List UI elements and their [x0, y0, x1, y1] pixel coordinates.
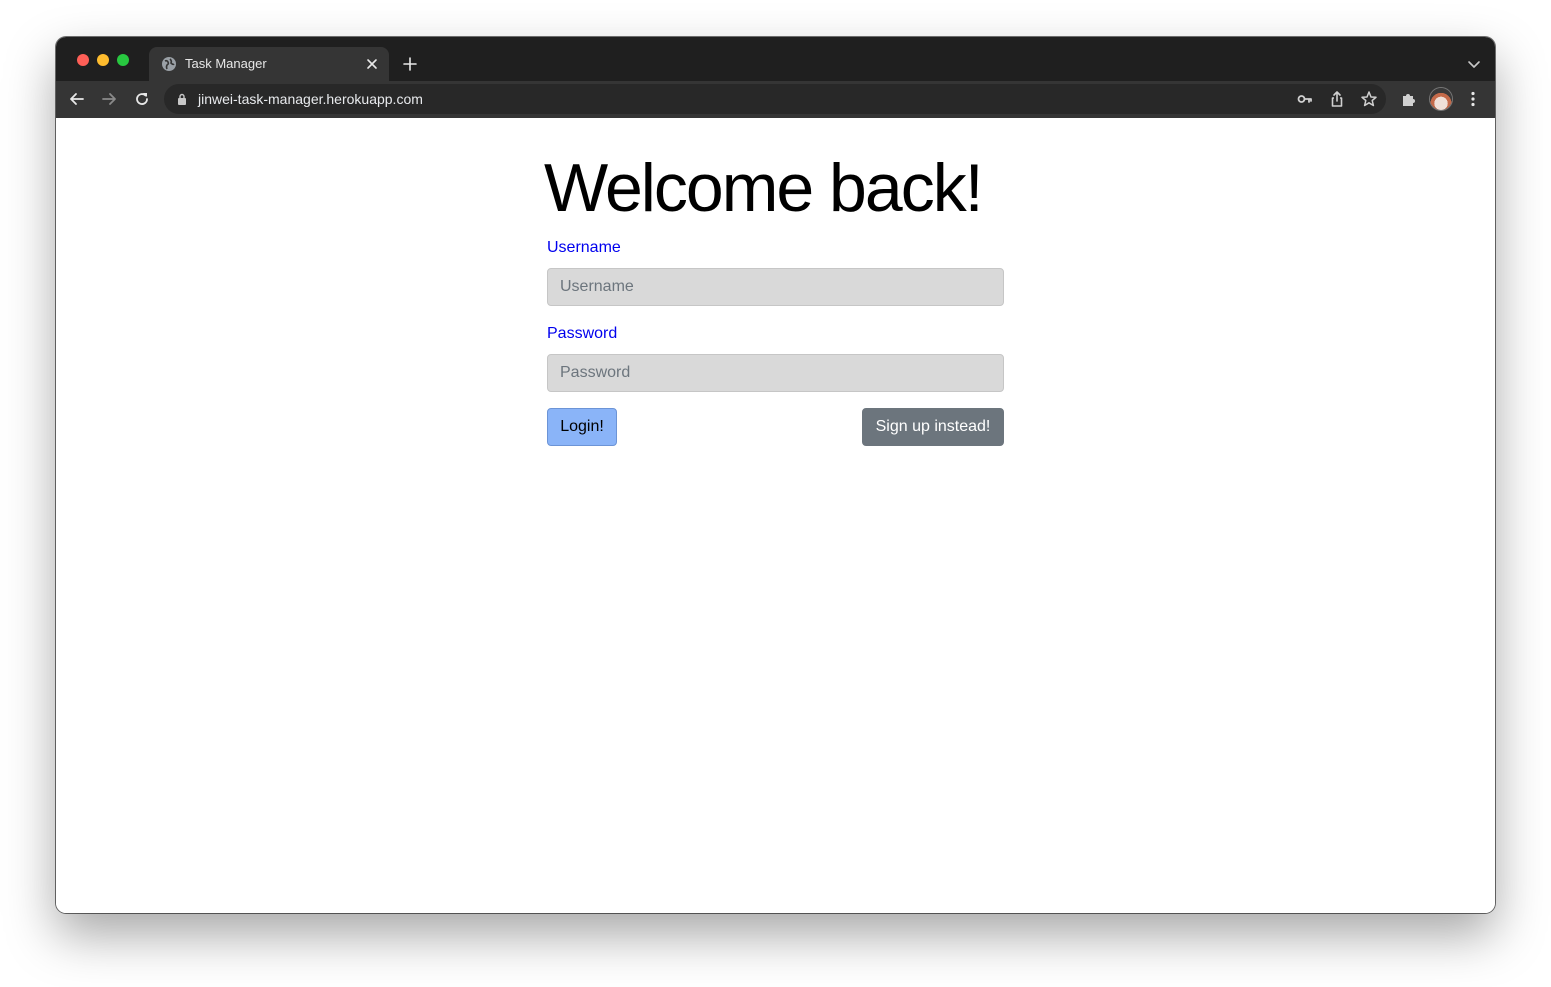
arrow-right-icon[interactable]: [100, 90, 118, 108]
browser-window: Task Manager jinwei-task-manager.herokua…: [56, 37, 1495, 913]
browser-toolbar: jinwei-task-manager.herokuapp.com: [56, 81, 1495, 119]
login-button[interactable]: Login!: [547, 408, 617, 446]
username-field[interactable]: [547, 268, 1004, 306]
arrow-left-icon[interactable]: [68, 90, 86, 108]
kebab-menu-icon[interactable]: [1464, 90, 1482, 108]
password-label: Password: [547, 325, 618, 342]
reload-icon[interactable]: [133, 90, 151, 108]
star-icon[interactable]: [1360, 90, 1378, 108]
tab-task-manager[interactable]: Task Manager: [149, 47, 389, 81]
address-bar[interactable]: jinwei-task-manager.herokuapp.com: [164, 84, 1386, 114]
signup-button[interactable]: Sign up instead!: [862, 408, 1004, 446]
close-window-button[interactable]: [77, 54, 89, 66]
globe-icon: [162, 57, 176, 71]
avatar[interactable]: [1430, 88, 1452, 110]
close-icon[interactable]: [365, 57, 379, 71]
share-icon[interactable]: [1328, 90, 1346, 108]
page-content: Welcome back! Username Password Login! S…: [56, 118, 1495, 913]
lock-icon[interactable]: [176, 93, 188, 105]
maximize-window-button[interactable]: [117, 54, 129, 66]
password-field[interactable]: [547, 354, 1004, 392]
new-tab-button[interactable]: [402, 56, 418, 72]
page-title: Welcome back!: [544, 150, 984, 226]
tab-strip: Task Manager: [56, 37, 1495, 81]
tab-title: Task Manager: [185, 56, 267, 71]
url-text[interactable]: jinwei-task-manager.herokuapp.com: [198, 91, 423, 107]
username-label: Username: [547, 239, 621, 256]
key-icon[interactable]: [1296, 90, 1314, 108]
minimize-window-button[interactable]: [97, 54, 109, 66]
chevron-down-icon[interactable]: [1467, 57, 1481, 71]
puzzle-icon[interactable]: [1400, 90, 1418, 108]
